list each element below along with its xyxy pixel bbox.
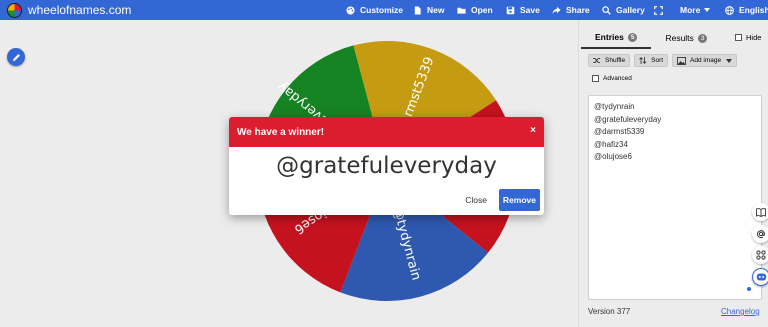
dialog-actions: Close Remove bbox=[463, 189, 540, 211]
tab-entries[interactable]: Entries 5 bbox=[581, 28, 652, 49]
version-label: Version 377 bbox=[588, 307, 631, 316]
close-icon[interactable]: × bbox=[530, 125, 536, 136]
nav-more[interactable]: More bbox=[680, 0, 711, 20]
robot-icon bbox=[756, 273, 766, 281]
book-button[interactable] bbox=[752, 203, 768, 221]
folder-icon bbox=[457, 7, 466, 14]
assistant-button[interactable] bbox=[752, 268, 768, 286]
nav-share[interactable]: Share bbox=[552, 0, 590, 20]
shuffle-label: Shuffle bbox=[605, 57, 626, 64]
mention-button[interactable] bbox=[752, 225, 768, 243]
dialog-title: We have a winner! bbox=[237, 126, 325, 138]
nav-save-label: Save bbox=[520, 5, 540, 15]
entry-line: @darmst5339 bbox=[594, 127, 645, 136]
advanced-toggle[interactable]: Advanced bbox=[592, 75, 632, 82]
chevron-down-icon bbox=[726, 58, 733, 63]
hide-toggle[interactable]: Hide bbox=[735, 33, 761, 42]
results-count-badge: 3 bbox=[697, 33, 708, 43]
shuffle-icon bbox=[593, 58, 601, 63]
winner-name: @gratefuleveryday bbox=[276, 153, 497, 179]
grammarly-dot-icon bbox=[747, 287, 751, 291]
search-icon bbox=[602, 5, 611, 15]
nav-language[interactable]: English bbox=[725, 0, 768, 20]
fullscreen-icon bbox=[654, 5, 663, 15]
at-sign-icon bbox=[757, 230, 766, 239]
entry-line: @hafiz34 bbox=[594, 139, 628, 149]
top-bar: wheelofnames.com Customize New Open Save… bbox=[0, 0, 768, 20]
book-icon bbox=[756, 207, 766, 217]
floppy-icon bbox=[506, 6, 515, 14]
wheel-logo-icon[interactable] bbox=[7, 2, 22, 18]
sidebar-tabs: Entries 5 Results 3 bbox=[581, 28, 721, 49]
globe-icon bbox=[725, 5, 734, 15]
sort-icon bbox=[639, 57, 647, 64]
entries-count-badge: 5 bbox=[627, 32, 638, 42]
entry-tools: Shuffle Sort Add image bbox=[588, 54, 741, 67]
sort-label: Sort bbox=[651, 57, 664, 64]
tab-results-label: Results bbox=[665, 33, 694, 43]
pencil-icon bbox=[12, 53, 20, 61]
add-image-button[interactable]: Add image bbox=[672, 54, 738, 67]
advanced-label: Advanced bbox=[603, 75, 632, 82]
entry-line: @gratefuleveryday bbox=[594, 114, 662, 124]
shuffle-button[interactable]: Shuffle bbox=[588, 54, 631, 67]
fullscreen-button[interactable] bbox=[654, 0, 668, 20]
nav-language-label: English bbox=[739, 5, 768, 15]
changelog-link[interactable]: Changelog bbox=[721, 307, 760, 316]
nav-gallery[interactable]: Gallery bbox=[602, 0, 645, 20]
advanced-checkbox[interactable] bbox=[592, 75, 599, 82]
grid-icon bbox=[756, 250, 766, 260]
edit-button[interactable] bbox=[7, 48, 25, 66]
nav-new-label: New bbox=[427, 5, 445, 15]
nav-customize-label: Customize bbox=[360, 5, 403, 15]
nav-customize[interactable]: Customize bbox=[346, 0, 403, 20]
remove-button[interactable]: Remove bbox=[498, 189, 540, 211]
hide-label: Hide bbox=[746, 33, 762, 42]
sort-button[interactable]: Sort bbox=[634, 54, 669, 67]
site-name[interactable]: wheelofnames.com bbox=[28, 3, 131, 17]
sidebar: Entries 5 Results 3 Hide Shuffle Sort Ad… bbox=[578, 20, 768, 327]
tab-results[interactable]: Results 3 bbox=[651, 28, 721, 49]
nav-open-label: Open bbox=[471, 5, 493, 15]
nav-gallery-label: Gallery bbox=[616, 5, 645, 15]
dialog-header: We have a winner! × bbox=[229, 117, 544, 147]
nav-more-label: More bbox=[680, 5, 701, 15]
nav-new[interactable]: New bbox=[413, 0, 444, 20]
nav-share-label: Share bbox=[566, 5, 590, 15]
image-icon bbox=[677, 56, 686, 65]
chevron-down-icon bbox=[704, 8, 711, 12]
palette-icon bbox=[346, 5, 355, 15]
hide-checkbox[interactable] bbox=[735, 34, 742, 41]
nav-save[interactable]: Save bbox=[506, 0, 540, 20]
apps-button[interactable] bbox=[752, 246, 768, 264]
entries-textarea[interactable]: @tydynrain @gratefuleveryday @darmst5339… bbox=[588, 95, 762, 300]
document-icon bbox=[414, 5, 421, 15]
add-image-label: Add image bbox=[690, 57, 722, 64]
entry-line: @olujose6 bbox=[594, 152, 632, 161]
tab-entries-label: Entries bbox=[595, 32, 624, 42]
entry-line: @tydynrain bbox=[594, 102, 635, 111]
share-icon bbox=[552, 6, 561, 14]
nav-open[interactable]: Open bbox=[457, 0, 493, 20]
close-button[interactable]: Close bbox=[463, 191, 489, 209]
winner-dialog: We have a winner! × @gratefuleveryday Cl… bbox=[229, 117, 544, 215]
